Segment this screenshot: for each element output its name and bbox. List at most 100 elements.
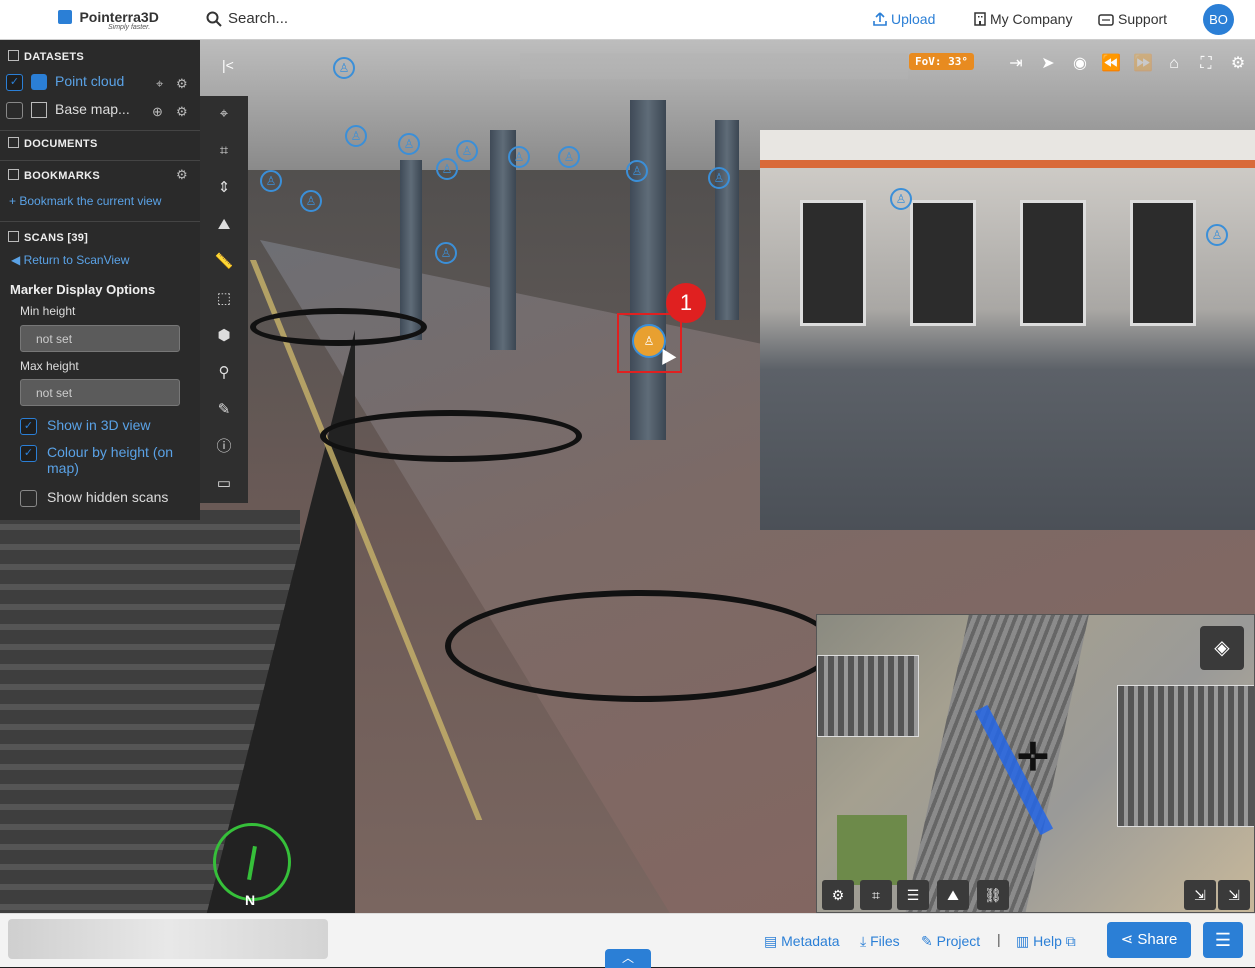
scan-marker-icon[interactable]: ♙ xyxy=(708,167,730,189)
min-height-input[interactable]: not set xyxy=(20,325,180,352)
base-map-checkbox[interactable] xyxy=(6,101,23,119)
hamburger-icon: ☰ xyxy=(1214,930,1232,950)
show-hidden-checkbox[interactable] xyxy=(20,489,37,507)
external-link-icon: ⧉ xyxy=(1061,933,1076,949)
pointerra-logo-icon xyxy=(58,9,72,24)
pencil-icon[interactable]: ✎ xyxy=(212,398,236,422)
upload-link[interactable]: Upload xyxy=(873,11,935,27)
bottom-bar: ︿ ▤ Metadata ⤓ Files ✎ Project | ▥ Help … xyxy=(0,913,1255,968)
minimap-crop-icon[interactable]: ⌗ xyxy=(860,880,892,910)
max-height-input[interactable]: not set xyxy=(20,379,180,406)
minimap-filter-icon[interactable]: ☰ xyxy=(897,880,929,910)
scan-marker-icon[interactable]: ♙ xyxy=(300,190,322,212)
profile-icon[interactable]: ⛰ xyxy=(212,213,236,237)
building-icon xyxy=(974,12,986,26)
scan-marker-icon[interactable]: ♙ xyxy=(260,170,282,192)
compass[interactable]: N xyxy=(213,823,291,908)
gear-icon[interactable]: ⚙ xyxy=(1226,52,1250,76)
user-avatar[interactable]: BO xyxy=(1203,4,1234,35)
dataset-settings-icon[interactable]: ⚙ xyxy=(176,76,188,92)
minimap-grass-area xyxy=(837,815,907,885)
search-input[interactable]: Search... xyxy=(206,10,288,27)
minimap-profile-icon[interactable]: ⛰ xyxy=(937,880,969,910)
pillar xyxy=(400,160,422,340)
add-bookmark-link[interactable]: + Bookmark the current view xyxy=(9,194,161,208)
step-number-badge: 1 xyxy=(666,283,706,323)
point-cloud-checkbox[interactable]: ✓ xyxy=(6,73,23,91)
fov-indicator[interactable]: FoV: 33° xyxy=(909,53,974,70)
bookmarks-header[interactable]: BOOKMARKS xyxy=(8,169,100,182)
collapse-toggle[interactable] xyxy=(8,50,19,61)
collapse-toggle[interactable] xyxy=(8,137,19,148)
share-icon: ⋖ xyxy=(1120,931,1138,948)
help-link[interactable]: ▥ Help ⧉ xyxy=(1016,933,1076,950)
focus-icon[interactable]: ⌖ xyxy=(156,76,163,92)
scan-marker-icon[interactable]: ♙ xyxy=(626,160,648,182)
scan-marker-icon[interactable]: ♙ xyxy=(436,158,458,180)
map-icon xyxy=(31,102,47,119)
rewind-icon[interactable]: ⏪ xyxy=(1099,52,1123,76)
measure-icon[interactable]: 📏 xyxy=(212,250,236,274)
minimap-settings-icon[interactable]: ⚙ xyxy=(822,880,854,910)
documents-header[interactable]: DOCUMENTS xyxy=(8,137,98,150)
scan-marker-icon[interactable]: ♙ xyxy=(508,146,530,168)
navigate-icon[interactable]: ➤ xyxy=(1036,52,1060,76)
colour-by-height-option[interactable]: ✓ Colour by height (on map) xyxy=(20,444,173,476)
metadata-link[interactable]: ▤ Metadata xyxy=(764,933,840,950)
scan-marker-icon[interactable]: ♙ xyxy=(890,188,912,210)
brand-logo[interactable]: Pointerra3D Simply faster. xyxy=(58,8,159,31)
show-hidden-option[interactable]: Show hidden scans xyxy=(20,489,168,507)
share-button[interactable]: ⋖ Share xyxy=(1107,922,1191,958)
collapse-toggle[interactable] xyxy=(8,231,19,242)
colour-by-height-checkbox[interactable]: ✓ xyxy=(20,444,37,462)
collapse-panel-icon[interactable]: |< xyxy=(222,57,234,73)
my-company-link[interactable]: My Company xyxy=(974,11,1072,27)
show-3d-option[interactable]: ✓ Show in 3D view xyxy=(20,417,151,435)
datasets-header[interactable]: DATASETS xyxy=(8,50,84,63)
eye-icon[interactable]: ◉ xyxy=(1068,52,1092,76)
sign-in-icon[interactable]: ⇥ xyxy=(1004,52,1028,76)
scan-marker-icon[interactable]: ♙ xyxy=(456,140,478,162)
base-map-settings-icon[interactable]: ⚙ xyxy=(176,104,188,120)
separator: | xyxy=(997,931,1001,947)
scans-header[interactable]: SCANS [39] xyxy=(8,231,88,244)
show-3d-checkbox[interactable]: ✓ xyxy=(20,417,37,435)
menu-button[interactable]: ☰ xyxy=(1203,922,1243,958)
return-to-scanview-link[interactable]: ◀ Return to ScanView xyxy=(11,253,129,267)
support-link[interactable]: Support xyxy=(1098,11,1167,27)
scan-marker-icon[interactable]: ♙ xyxy=(1206,224,1228,246)
scan-marker-icon[interactable]: ♙ xyxy=(333,57,355,79)
info-icon[interactable]: ⓘ xyxy=(212,435,236,459)
compass-needle xyxy=(247,845,257,881)
pin-icon[interactable]: ⚲ xyxy=(212,361,236,385)
minimap-shrink-icon[interactable]: ⇲ xyxy=(1184,880,1216,910)
scan-marker-icon[interactable]: ♙ xyxy=(398,133,420,155)
height-icon[interactable]: ⇕ xyxy=(212,176,236,200)
marker-options-title: Marker Display Options xyxy=(10,282,156,297)
minimap[interactable]: ✛ xyxy=(816,614,1255,913)
bookmark-settings-icon[interactable]: ⚙ xyxy=(176,167,188,183)
scan-marker-icon[interactable]: ♙ xyxy=(558,146,580,168)
home-icon[interactable]: ⌂ xyxy=(1162,52,1186,76)
volume-icon[interactable]: ⬢ xyxy=(212,324,236,348)
collapse-toggle[interactable] xyxy=(8,169,19,180)
divider xyxy=(0,221,200,222)
area-icon[interactable]: ⬚ xyxy=(212,287,236,311)
crop-icon[interactable]: ⌗ xyxy=(212,139,236,163)
dataset-row-base-map[interactable]: Base map... xyxy=(6,101,130,119)
expand-drawer-button[interactable]: ︿ xyxy=(605,949,651,968)
step-highlight-box xyxy=(617,313,682,373)
globe-icon[interactable]: ⊕ xyxy=(152,104,163,120)
minimap-expand-icon[interactable]: ⇲ xyxy=(1218,880,1250,910)
files-link[interactable]: ⤓ Files xyxy=(860,933,900,950)
max-height-label: Max height xyxy=(20,359,79,373)
project-link[interactable]: ✎ Project xyxy=(921,933,980,950)
scan-marker-icon[interactable]: ♙ xyxy=(345,125,367,147)
dataset-row-point-cloud[interactable]: ✓ Point cloud xyxy=(6,73,124,91)
fullscreen-icon[interactable]: ⛶ xyxy=(1194,52,1218,76)
minimap-link-icon[interactable]: ⛓ xyxy=(977,880,1009,910)
video-icon[interactable]: ▭ xyxy=(212,472,236,496)
locate-icon[interactable]: ⌖ xyxy=(212,102,236,126)
scan-marker-icon[interactable]: ♙ xyxy=(435,242,457,264)
layers-icon[interactable]: ◈ xyxy=(1200,626,1244,670)
